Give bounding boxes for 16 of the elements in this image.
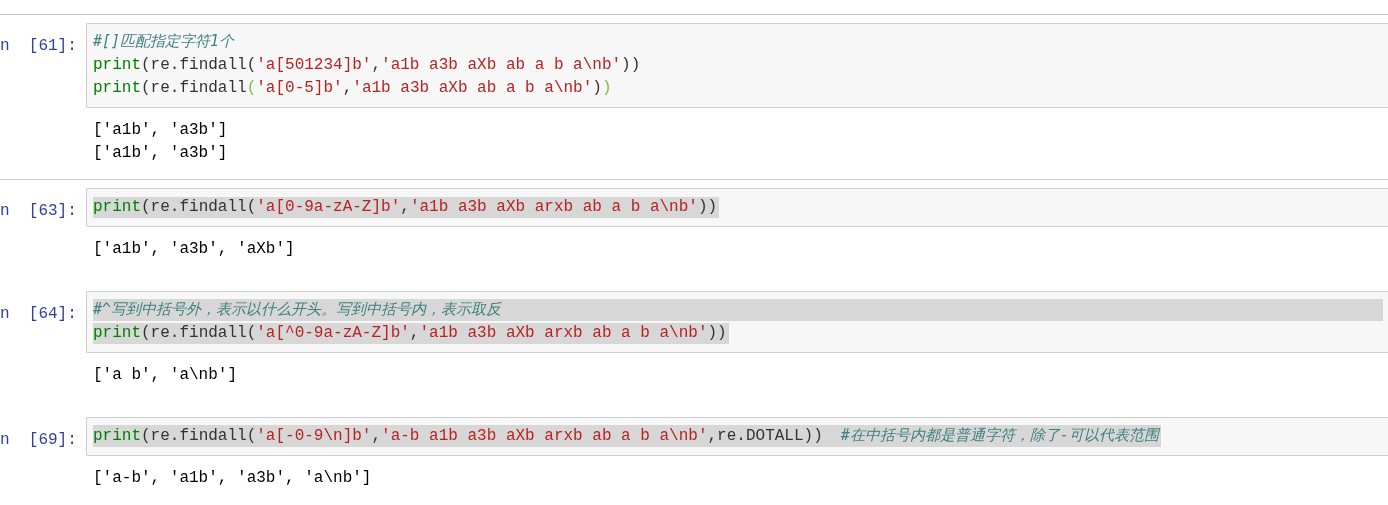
- code-line: print(re.findall('a[0-5]b','a1b a3b aXb ab a b a\nb')): [93, 78, 612, 99]
- input-prompt: n [63]:: [0, 201, 78, 222]
- output-line: ['a b', 'a\nb']: [93, 365, 239, 386]
- output-line: ['a1b', 'a3b', 'aXb']: [93, 239, 296, 260]
- input-prompt: n [69]:: [0, 430, 78, 451]
- output-line: ['a1b', 'a3b']: [93, 120, 229, 141]
- code-line: print(re.findall('a[501234]b','a1b a3b aXb ab a b a\nb')): [93, 55, 641, 76]
- code-line: #[]匹配指定字符1个: [93, 31, 235, 52]
- code-input-area[interactable]: #^写到中括号外，表示以什么开头。写到中括号内，表示取反 print(re.findall('a[^0-9a-zA-Z]b','a1b a3b aXb arxb ab a b a\nb')): [86, 291, 1388, 353]
- input-prompt: n [61]:: [0, 36, 78, 57]
- output-line: ['a-b', 'a1b', 'a3b', 'a\nb']: [93, 468, 373, 489]
- code-input-area[interactable]: print(re.findall('a[-0-9\n]b','a-b a1b a3b aXb arxb ab a b a\nb',re.DOTALL)) #在中括号内都是普通字符，除了-可以代表范围: [86, 417, 1388, 456]
- code-input-area[interactable]: print(re.findall('a[0-9a-zA-Z]b','a1b a3b aXb arxb ab a b a\nb')): [86, 188, 1388, 227]
- output-line: ['a1b', 'a3b']: [93, 143, 229, 164]
- input-prompt: n [64]:: [0, 304, 78, 325]
- code-input-area[interactable]: #[]匹配指定字符1个 print(re.findall('a[501234]b','a1b a3b aXb ab a b a\nb')) print(re.findall('a[0-5]b','a1b a3b aXb ab a b a\nb')): [86, 23, 1388, 108]
